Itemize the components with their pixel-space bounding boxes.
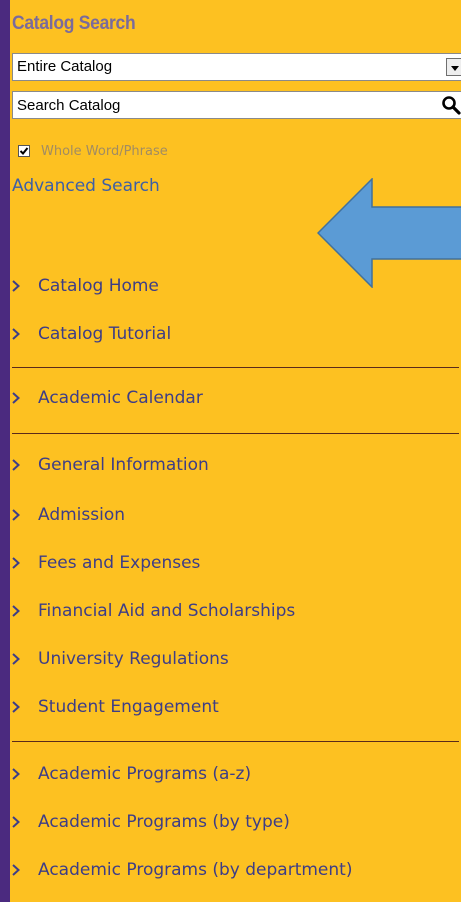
chevron-right-icon [10,695,38,719]
nav-item-label: Academic Programs (by department) [38,860,353,880]
chevron-right-icon [10,599,38,623]
nav-divider [12,433,459,434]
nav-item-admission[interactable]: Admission [10,503,125,527]
nav-item-financial-aid-and-scholarships[interactable]: Financial Aid and Scholarships [10,599,295,623]
catalog-scope-value: Entire Catalog [17,58,113,75]
chevron-right-icon [10,551,38,575]
chevron-right-icon [10,810,38,834]
nav-item-general-information[interactable]: General Information [10,453,209,477]
nav-item-label: Fees and Expenses [38,553,201,573]
whole-word-option[interactable]: Whole Word/Phrase [18,143,168,159]
nav-divider [12,741,459,742]
nav-item-label: Student Engagement [38,697,219,717]
chevron-right-icon [10,647,38,671]
chevron-right-icon [10,274,38,298]
nav-item-academic-programs-by-type[interactable]: Academic Programs (by type) [10,810,290,834]
nav-item-catalog-tutorial[interactable]: Catalog Tutorial [10,322,171,346]
checkmark-icon [19,147,29,155]
chevron-right-icon [10,386,38,410]
nav-item-label: Academic Calendar [38,388,203,408]
advanced-search-link[interactable]: Advanced Search [12,176,160,196]
chevron-right-icon [10,503,38,527]
whole-word-checkbox[interactable] [18,145,30,157]
whole-word-label: Whole Word/Phrase [41,143,168,159]
nav-item-label: Catalog Home [38,276,159,296]
nav-item-label: University Regulations [38,649,229,669]
nav-divider [12,367,459,368]
catalog-scope-select[interactable]: Entire Catalog [12,53,461,81]
nav-item-academic-programs-by-department[interactable]: Academic Programs (by department) [10,858,352,882]
catalog-sidebar: Catalog Search Entire Catalog Whole Word… [10,0,461,902]
nav-item-university-regulations[interactable]: University Regulations [10,647,229,671]
chevron-right-icon [10,858,38,882]
dropdown-arrow-icon[interactable] [446,58,461,76]
search-box [12,91,461,119]
nav-item-fees-and-expenses[interactable]: Fees and Expenses [10,551,200,575]
catalog-search-title: Catalog Search [12,13,136,34]
nav-item-academic-calendar[interactable]: Academic Calendar [10,386,203,410]
nav-item-label: Academic Programs (by type) [38,812,290,832]
nav-item-catalog-home[interactable]: Catalog Home [10,274,159,298]
nav-item-label: General Information [38,455,209,475]
chevron-right-icon [10,453,38,477]
chevron-right-icon [10,762,38,786]
nav-item-label: Admission [38,505,126,525]
nav-item-academic-programs-a-z[interactable]: Academic Programs (a-z) [10,762,251,786]
nav-item-label: Financial Aid and Scholarships [38,601,296,621]
search-icon[interactable] [441,95,461,115]
search-input[interactable] [13,92,437,118]
left-arrow-icon [317,178,461,288]
chevron-right-icon [10,322,38,346]
nav-item-label: Catalog Tutorial [38,324,172,344]
nav-item-label: Academic Programs (a-z) [38,764,252,784]
nav-item-student-engagement[interactable]: Student Engagement [10,695,219,719]
